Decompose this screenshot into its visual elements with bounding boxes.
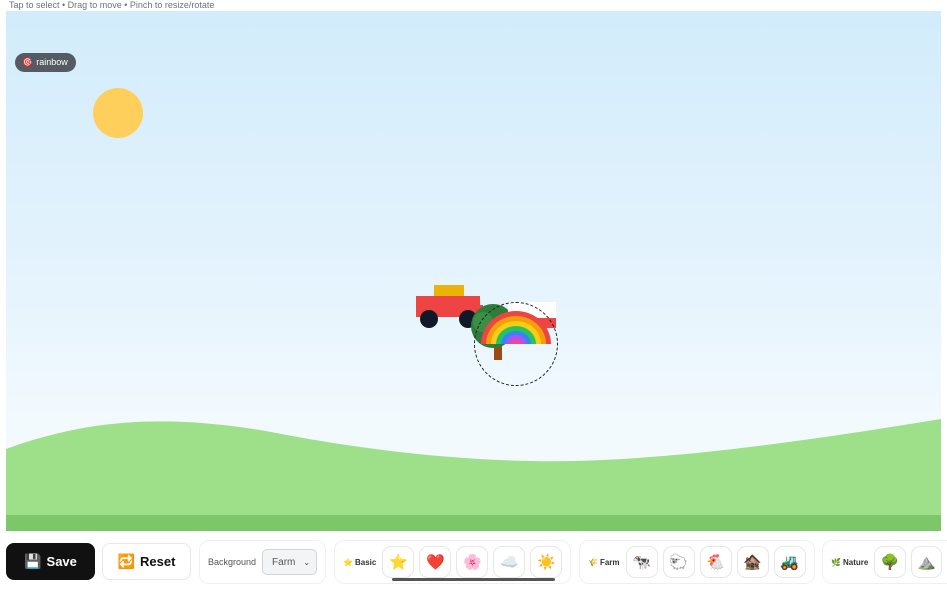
- selected-object-label: 🎯 rainbow: [15, 53, 76, 72]
- save-button[interactable]: 💾 Save: [6, 543, 95, 580]
- category-nature-label: 🌿 Nature: [831, 557, 869, 567]
- sticker-flower[interactable]: 🌸: [456, 546, 489, 578]
- sticker-mountain[interactable]: ⛰️: [910, 546, 942, 578]
- grass-hill: [6, 419, 941, 531]
- reset-button-label: Reset: [140, 554, 176, 569]
- sticker-sheep[interactable]: 🐑: [662, 546, 695, 578]
- repeat-icon: 🔁: [117, 553, 135, 569]
- category-farm-label: 🌾 Farm: [588, 557, 620, 567]
- background-select-value: Farm: [272, 556, 296, 568]
- sticker-barn[interactable]: 🏚️: [736, 546, 769, 578]
- star-icon: ⭐: [343, 557, 353, 567]
- floppy-disk-icon: 💾: [24, 553, 42, 569]
- background-label: Background: [208, 557, 257, 567]
- wheat-icon: 🌾: [588, 557, 598, 567]
- sticker-chicken[interactable]: 🐔: [699, 546, 732, 578]
- category-farm: 🌾 Farm 🐄 🐑 🐔 🏚️ 🚜: [579, 540, 815, 584]
- selection-ring[interactable]: [474, 302, 558, 386]
- sticker-cow[interactable]: 🐄: [625, 546, 658, 578]
- toolbar-scrollbar[interactable]: [392, 578, 555, 581]
- sun-sprite[interactable]: [93, 88, 143, 138]
- bottom-toolbar: 💾 Save 🔁 Reset Background Farm ⌄ ⭐ Basic…: [0, 534, 947, 592]
- save-button-label: Save: [46, 554, 77, 569]
- sticker-tractor[interactable]: 🚜: [773, 546, 806, 578]
- selected-object-name: rainbow: [36, 57, 68, 67]
- scene-canvas[interactable]: 🎯 rainbow: [6, 11, 941, 531]
- gesture-hint: Tap to select • Drag to move • Pinch to …: [9, 0, 215, 10]
- background-group: Background Farm ⌄: [199, 540, 326, 584]
- sticker-tree[interactable]: 🌳: [874, 546, 906, 578]
- sticker-star[interactable]: ⭐: [382, 546, 415, 578]
- reset-button[interactable]: 🔁 Reset: [102, 543, 191, 580]
- category-nature: 🌿 Nature 🌳 ⛰️: [822, 540, 947, 584]
- category-basic-label: ⭐ Basic: [343, 557, 377, 567]
- herb-icon: 🌿: [831, 557, 841, 567]
- target-icon: 🎯: [22, 57, 34, 67]
- background-select[interactable]: Farm ⌄: [262, 549, 318, 575]
- sticker-cloud[interactable]: ☁️: [493, 546, 526, 578]
- sticker-sun[interactable]: ☀️: [530, 546, 563, 578]
- chevron-down-icon: ⌄: [303, 557, 311, 567]
- sticker-heart[interactable]: ❤️: [419, 546, 452, 578]
